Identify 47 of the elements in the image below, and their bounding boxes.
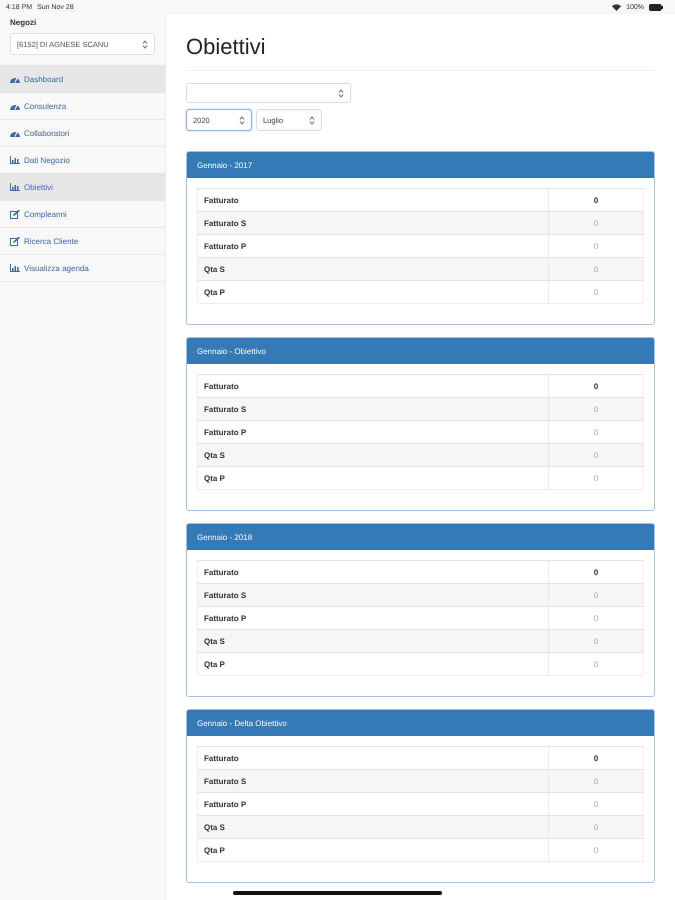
updown-icon (239, 116, 245, 124)
updown-icon (142, 40, 148, 48)
filter-select[interactable] (186, 83, 351, 103)
row-value: 0 (548, 466, 644, 490)
row-label: Fatturato S (198, 398, 548, 420)
updown-icon (309, 116, 315, 124)
row-label: Fatturato S (198, 212, 548, 234)
row-label: Qta S (198, 444, 548, 466)
chart-icon (10, 156, 20, 164)
gauge-icon (10, 102, 20, 110)
wifi-icon (612, 4, 622, 10)
row-label: Qta S (198, 816, 548, 838)
row-value: 0 (548, 258, 644, 280)
row-value: 0 (548, 652, 644, 676)
page-title: Obiettivi (186, 34, 655, 71)
row-value: 0 (548, 212, 644, 234)
row-label: Fatturato S (198, 584, 548, 606)
battery-icon (649, 4, 663, 10)
gauge-icon (10, 75, 20, 83)
panel-header: Gennaio - 2018 (187, 524, 654, 550)
row-value: 0 (548, 630, 644, 652)
row-value: 0 (548, 584, 644, 606)
row-value: 0 (548, 398, 644, 420)
row-value: 0 (548, 280, 644, 304)
row-value: 0 (548, 444, 644, 466)
row-value: 0 (548, 838, 644, 862)
row-label: Qta P (198, 838, 548, 862)
row-label: Fatturato S (198, 770, 548, 792)
chart-icon (10, 264, 20, 272)
updown-icon (338, 88, 344, 98)
row-label: Qta P (198, 280, 548, 304)
row-label: Qta S (198, 258, 548, 280)
sidebar-label: Negozi (9, 17, 38, 29)
row-label: Qta P (198, 466, 548, 490)
row-value: 0 (548, 770, 644, 792)
nav-item[interactable]: Dashboard (0, 66, 165, 93)
edit-icon (10, 236, 20, 246)
gauge-icon (10, 129, 20, 137)
row-label: Qta P (198, 652, 548, 676)
panel-header: Gennaio - Delta Obiettivo (187, 710, 654, 736)
row-label: Qta S (198, 630, 548, 652)
chart-icon (10, 183, 20, 191)
nav-item[interactable]: Obiettivi (0, 174, 165, 201)
panel-header: Gennaio - 2017 (187, 152, 654, 178)
edit-icon (10, 210, 20, 218)
row-value: 0 (548, 816, 644, 838)
panel-header: Gennaio - Obiettivo (187, 338, 654, 364)
